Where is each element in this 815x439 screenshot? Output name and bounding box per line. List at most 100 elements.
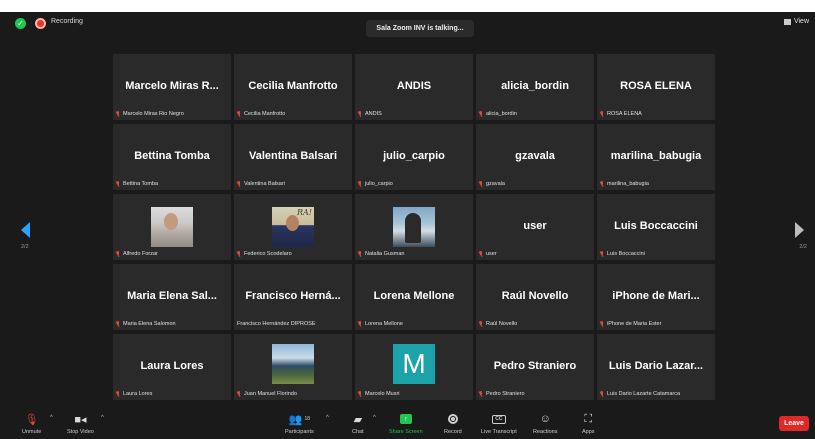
participant-tile[interactable]: Maria Elena Sal... Maria Elena Salomon	[113, 264, 231, 330]
participant-tile[interactable]: Cecilia Manfrotto Cecilia Manfrotto	[234, 54, 352, 120]
participant-tile[interactable]: alicia_bordin alicia_bordin	[476, 54, 594, 120]
view-button-label: View	[793, 18, 809, 25]
participants-button[interactable]: 👥 18 Participants	[285, 411, 314, 436]
previous-page-arrow-icon[interactable]	[21, 222, 30, 238]
participant-tile[interactable]: Alfredo Forzar	[113, 194, 231, 260]
caption-text: Juan Manuel Florindo	[244, 391, 297, 397]
participants-options-chevron-icon[interactable]: ^	[326, 415, 329, 421]
security-shield-icon[interactable]: ✓	[15, 18, 26, 29]
participant-name-caption: Maria Elena Salomon	[116, 321, 176, 327]
participant-name-caption: Valentina Balsari	[237, 181, 285, 187]
participant-tile[interactable]: julio_carpio julio_carpio	[355, 124, 473, 190]
muted-mic-icon	[479, 251, 483, 257]
participant-tile[interactable]: Natalia Gusman	[355, 194, 473, 260]
participant-tile[interactable]: Lorena Mellone Lorena Mellone	[355, 264, 473, 330]
page-indicator-left: 2/2	[21, 244, 29, 250]
live-transcript-button[interactable]: CC Live Transcript	[481, 411, 517, 435]
participant-display-name: ROSA ELENA	[620, 80, 692, 92]
participant-tile[interactable]: Laura Lores Laura Lores	[113, 334, 231, 400]
participant-tile[interactable]: Francisco Herná... Francisco Hernández DI…	[234, 264, 352, 330]
participant-tile[interactable]: marilina_babugia marilina_babugia	[597, 124, 715, 190]
participant-tile[interactable]: Valentina Balsari Valentina Balsari	[234, 124, 352, 190]
share-screen-arrow-icon: ↑	[399, 414, 412, 424]
caption-text: Federico Scodelaro	[244, 251, 292, 257]
video-options-chevron-icon[interactable]: ^	[101, 415, 104, 421]
muted-mic-icon	[116, 181, 120, 187]
participant-name-caption: marilina_babugia	[600, 181, 649, 187]
participant-photo	[151, 207, 193, 247]
muted-microphone-icon: 🎙	[24, 413, 39, 426]
apps-icon: ⛶	[584, 412, 593, 425]
muted-mic-icon	[116, 251, 120, 257]
participant-tile[interactable]: Raúl Novello Raúl Novello	[476, 264, 594, 330]
participant-tile[interactable]: Juan Manuel Florindo	[234, 334, 352, 400]
muted-mic-icon	[358, 321, 362, 327]
record-button[interactable]: Record	[444, 411, 462, 435]
participant-tile[interactable]: RA! Federico Scodelaro	[234, 194, 352, 260]
chat-button[interactable]: ▰ Chat	[352, 411, 364, 436]
participant-name-caption: Marcelo Musri	[358, 391, 400, 397]
participant-name-caption: Luis Boccaccini	[600, 251, 645, 257]
caption-text: Cecilia Manfrotto	[244, 111, 286, 117]
view-button[interactable]: View	[783, 18, 809, 25]
caption-text: Luis Dario Lazarte Catamarca	[607, 391, 681, 397]
participant-display-name: Bettina Tomba	[134, 150, 210, 162]
participant-tile[interactable]: ANDIS ANDIS	[355, 54, 473, 120]
recording-label: Recording	[51, 18, 83, 25]
muted-mic-icon	[116, 111, 120, 117]
participant-tile[interactable]: user user	[476, 194, 594, 260]
share-screen-button[interactable]: ↑ Share Screen	[389, 411, 423, 435]
participant-name-caption: ROSA ELENA	[600, 111, 642, 117]
record-label: Record	[444, 429, 462, 435]
caption-text: Marcelo Musri	[365, 391, 400, 397]
apps-button[interactable]: ⛶ Apps	[582, 411, 595, 436]
unmute-button[interactable]: 🎙 Unmute	[22, 411, 42, 436]
participant-display-name: alicia_bordin	[501, 80, 569, 92]
reactions-button[interactable]: ☺ Reactions	[533, 411, 557, 435]
participant-initial-avatar: M	[393, 344, 435, 384]
participant-name-caption: Pedro Straniero	[479, 391, 525, 397]
participant-name-caption: Alfredo Forzar	[116, 251, 158, 257]
participant-name-caption: alicia_bordin	[479, 111, 517, 117]
unmute-label: Unmute	[22, 429, 42, 435]
caption-text: Pedro Straniero	[486, 391, 525, 397]
participant-tile[interactable]: Bettina Tomba Bettina Tomba	[113, 124, 231, 190]
participant-display-name: Francisco Herná...	[245, 290, 341, 302]
audio-options-chevron-icon[interactable]: ^	[50, 415, 53, 421]
participant-name-caption: iPhone de Maria Ester	[600, 321, 661, 327]
caption-text: Maria Elena Salomon	[123, 321, 176, 327]
reactions-label: Reactions	[533, 429, 558, 435]
caption-text: user	[486, 251, 497, 257]
caption-text: ANDIS	[365, 111, 382, 117]
participant-display-name: Lorena Mellone	[373, 290, 455, 302]
participant-tile[interactable]: iPhone de Mari... iPhone de Maria Ester	[597, 264, 715, 330]
next-page-arrow-icon[interactable]	[795, 222, 804, 238]
participants-label: Participants	[285, 429, 314, 435]
caption-text: ROSA ELENA	[607, 111, 642, 117]
leave-button[interactable]: Leave	[779, 416, 809, 431]
top-bar: ✓ Recording Sala Zoom INV is talking... …	[0, 12, 815, 42]
participant-tile[interactable]: gzavala gzavala	[476, 124, 594, 190]
participant-tile[interactable]: Luis Dario Lazar... Luis Dario Lazarte Ca…	[597, 334, 715, 400]
chat-bubble-icon: ▰	[353, 413, 363, 426]
caption-text: Alfredo Forzar	[123, 251, 158, 257]
participant-name-caption: gzavala	[479, 181, 505, 187]
participants-count: 18	[304, 416, 310, 422]
stop-video-button[interactable]: ■◂ Stop Video	[67, 411, 94, 436]
muted-mic-icon	[237, 181, 241, 187]
closed-caption-icon: CC	[491, 414, 506, 424]
participant-tile[interactable]: Marcelo Miras R... Marcelo Miras Rio Negr…	[113, 54, 231, 120]
participant-tile[interactable]: Pedro Straniero Pedro Straniero	[476, 334, 594, 400]
participant-tile[interactable]: Luis Boccaccini Luis Boccaccini	[597, 194, 715, 260]
meeting-toolbar: 🎙 Unmute ^ ■◂ Stop Video ^ 👥 18 Participa…	[0, 409, 815, 439]
participant-tile[interactable]: M Marcelo Musri	[355, 334, 473, 400]
participant-name-caption: ANDIS	[358, 111, 382, 117]
chat-options-chevron-icon[interactable]: ^	[373, 415, 376, 421]
caption-text: gzavala	[486, 181, 505, 187]
muted-mic-icon	[358, 251, 362, 257]
participant-display-name: Raúl Novello	[501, 290, 569, 302]
chat-label: Chat	[352, 429, 364, 435]
participant-name-caption: Bettina Tomba	[116, 181, 158, 187]
participant-name-caption: Cecilia Manfrotto	[237, 111, 285, 117]
participant-tile[interactable]: ROSA ELENA ROSA ELENA	[597, 54, 715, 120]
